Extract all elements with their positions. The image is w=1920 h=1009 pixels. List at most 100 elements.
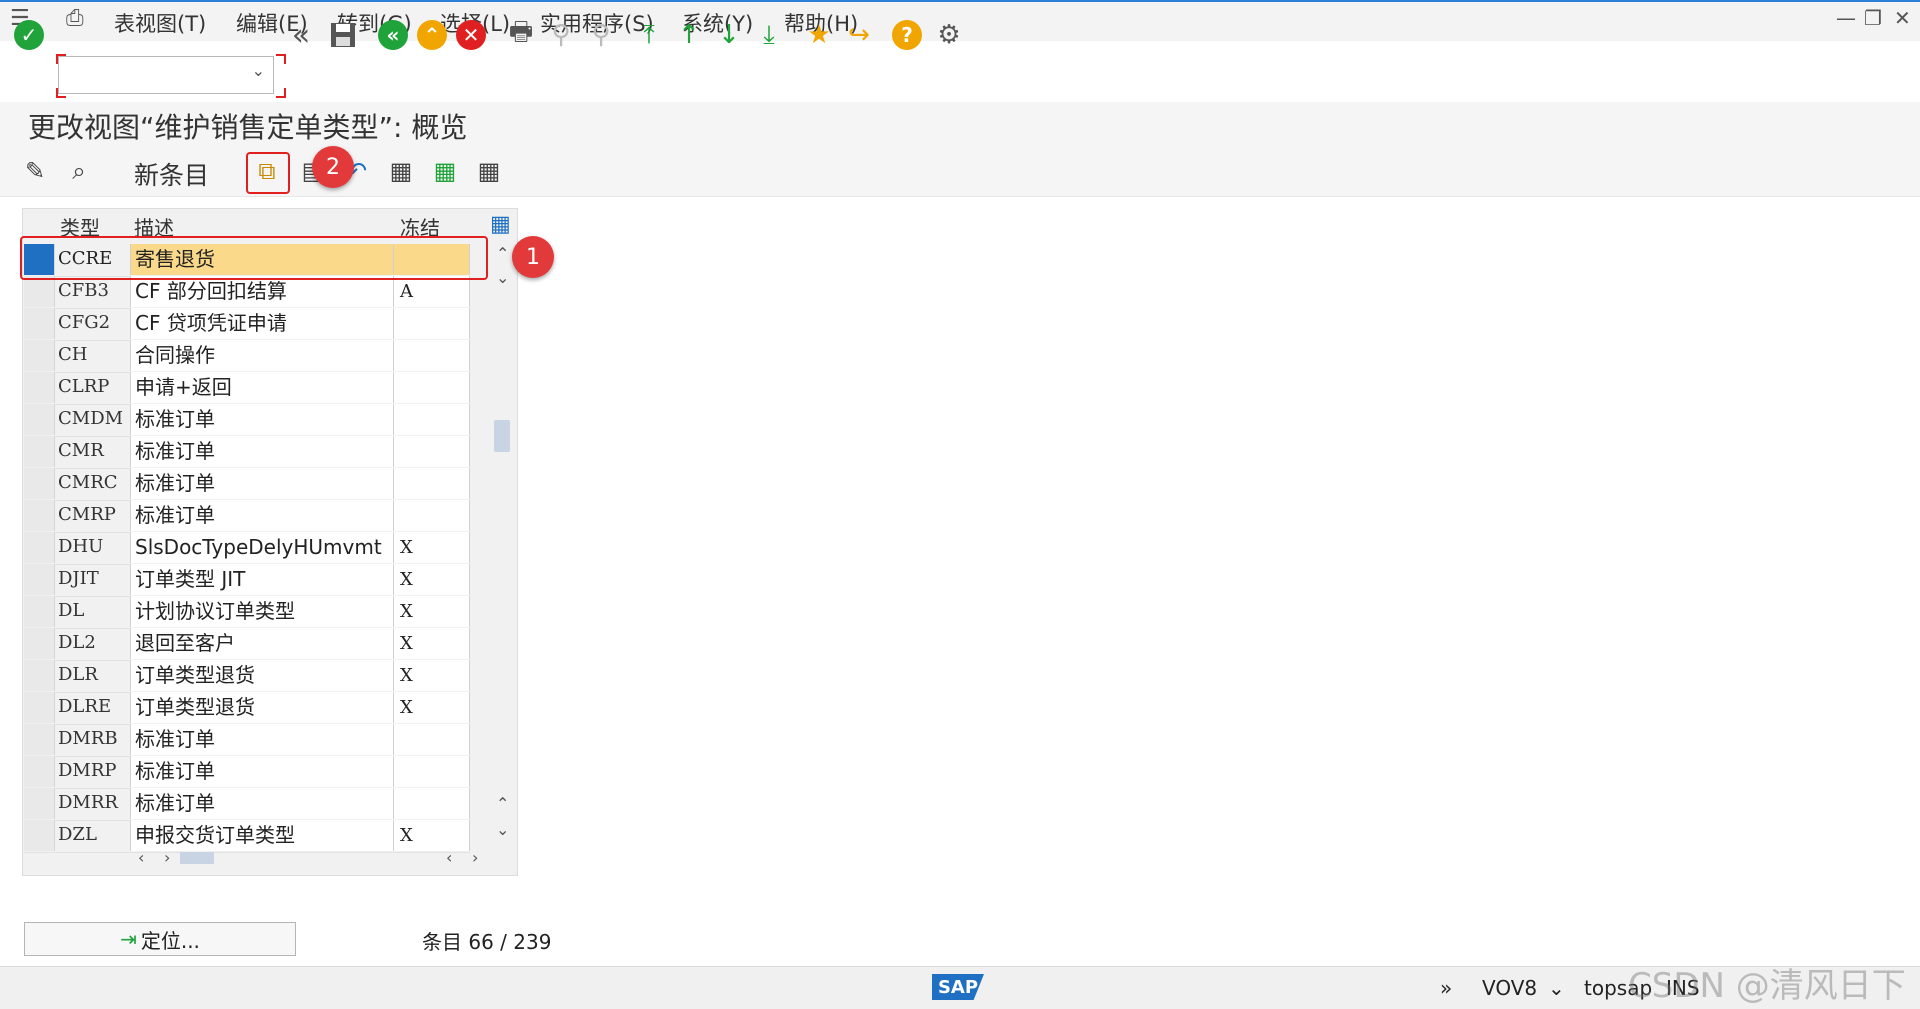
- row-selector[interactable]: [24, 340, 55, 371]
- cell-description[interactable]: 标准订单: [130, 436, 394, 467]
- cell-description[interactable]: 标准订单: [130, 756, 394, 787]
- table-row[interactable]: CFB3 CF 部分回扣结算 A: [24, 276, 470, 309]
- cell-type[interactable]: DZL: [58, 824, 97, 845]
- menu-item-table-view[interactable]: 表视图(T): [114, 8, 206, 38]
- row-selector[interactable]: [24, 756, 55, 787]
- cell-type[interactable]: DL: [58, 600, 84, 621]
- row-selector[interactable]: [24, 500, 55, 531]
- prev-page-icon[interactable]: ↑: [672, 18, 706, 52]
- minimize-icon[interactable]: —: [1836, 6, 1856, 30]
- cell-description[interactable]: 合同操作: [130, 340, 394, 371]
- cell-type[interactable]: CFB3: [58, 280, 109, 301]
- cell-type[interactable]: CMR: [58, 440, 104, 461]
- back-icon[interactable]: «: [378, 20, 408, 50]
- settings-icon[interactable]: ⚙: [932, 18, 966, 52]
- cell-type[interactable]: DHU: [58, 536, 103, 557]
- cell-type[interactable]: CFG2: [58, 312, 110, 333]
- chevron-down-icon[interactable]: ⌄: [1548, 976, 1565, 1000]
- cell-frozen[interactable]: X: [394, 564, 470, 595]
- table-row[interactable]: CLRP 申请+返回: [24, 372, 470, 405]
- cell-description[interactable]: 退回至客户: [130, 628, 394, 659]
- row-selector[interactable]: [24, 532, 55, 563]
- select-block-icon[interactable]: ▦: [428, 154, 462, 188]
- cell-description[interactable]: 计划协议订单类型: [130, 596, 394, 627]
- cell-type[interactable]: CMRP: [58, 504, 116, 525]
- cell-type[interactable]: DMRR: [58, 792, 118, 813]
- row-selector[interactable]: [24, 788, 55, 819]
- cell-description[interactable]: 订单类型退货: [130, 692, 394, 723]
- cell-frozen[interactable]: X: [394, 692, 470, 723]
- scroll-right-icon[interactable]: ›: [472, 848, 478, 867]
- cell-description[interactable]: 订单类型退货: [130, 660, 394, 691]
- menu-layout-icon[interactable]: ⎙: [66, 6, 84, 31]
- help-icon[interactable]: ?: [892, 20, 922, 50]
- cell-description[interactable]: 标准订单: [130, 404, 394, 435]
- cell-type[interactable]: CMRC: [58, 472, 118, 493]
- scroll-right-icon[interactable]: ›: [164, 848, 170, 867]
- find-next-icon[interactable]: ⚲: [584, 18, 618, 52]
- deselect-all-icon[interactable]: ▦: [472, 154, 506, 188]
- scroll-left-icon[interactable]: ‹: [446, 848, 452, 867]
- cell-frozen[interactable]: [394, 724, 470, 755]
- cell-frozen[interactable]: [394, 788, 470, 819]
- table-row[interactable]: DJIT 订单类型 JIT X: [24, 564, 470, 597]
- horizontal-scrollbar[interactable]: ‹ › ‹ ›: [130, 848, 480, 870]
- cell-frozen[interactable]: [394, 500, 470, 531]
- table-row[interactable]: DL 计划协议订单类型 X: [24, 596, 470, 629]
- position-button[interactable]: ⇥ 定位...: [24, 922, 296, 956]
- cell-frozen[interactable]: X: [394, 532, 470, 563]
- new-entries-button[interactable]: 新条目: [134, 156, 209, 192]
- cancel-icon[interactable]: ✕: [456, 20, 486, 50]
- first-page-icon[interactable]: ⤒: [632, 18, 666, 52]
- row-selector[interactable]: [24, 628, 55, 659]
- row-selector[interactable]: [24, 724, 55, 755]
- row-selector[interactable]: [24, 820, 55, 851]
- command-field[interactable]: ⌄: [58, 56, 274, 94]
- cell-type[interactable]: CLRP: [58, 376, 109, 397]
- close-window-icon[interactable]: ✕: [1894, 6, 1911, 30]
- row-selector[interactable]: [24, 596, 55, 627]
- select-all-icon[interactable]: ▦: [384, 154, 418, 188]
- cell-description[interactable]: 申报交货订单类型: [130, 820, 394, 851]
- shortcut-icon[interactable]: ↪: [842, 18, 876, 52]
- cell-frozen[interactable]: A: [394, 276, 470, 307]
- table-row[interactable]: CFG2 CF 贷项凭证申请: [24, 308, 470, 341]
- scroll-page-down-icon[interactable]: ⌄: [496, 820, 509, 839]
- cell-frozen[interactable]: [394, 468, 470, 499]
- cell-frozen[interactable]: [394, 756, 470, 787]
- cell-description[interactable]: 订单类型 JIT: [130, 564, 394, 595]
- table-row[interactable]: CH 合同操作: [24, 340, 470, 373]
- row-selector[interactable]: [24, 660, 55, 691]
- back-double-icon[interactable]: «: [284, 18, 318, 53]
- status-transaction[interactable]: VOV8: [1482, 976, 1537, 1000]
- cell-type[interactable]: DL2: [58, 632, 96, 653]
- cell-type[interactable]: DLRE: [58, 696, 111, 717]
- exit-icon[interactable]: ⌃: [417, 20, 447, 50]
- row-selector[interactable]: [24, 692, 55, 723]
- row-selector[interactable]: [24, 308, 55, 339]
- row-selector[interactable]: [24, 404, 55, 435]
- table-row[interactable]: DL2 退回至客户 X: [24, 628, 470, 661]
- table-row[interactable]: DHU SlsDocTypeDelyHUmvmt X: [24, 532, 470, 565]
- create-session-icon[interactable]: ★: [802, 18, 836, 52]
- save-icon[interactable]: [326, 18, 360, 52]
- cell-type[interactable]: CMDM: [58, 408, 123, 429]
- cell-frozen[interactable]: [394, 340, 470, 371]
- table-row[interactable]: DMRR 标准订单: [24, 788, 470, 821]
- table-row[interactable]: DMRB 标准订单: [24, 724, 470, 757]
- row-selector[interactable]: [24, 372, 55, 403]
- cell-description[interactable]: CF 部分回扣结算: [130, 276, 394, 307]
- table-row[interactable]: DMRP 标准订单: [24, 756, 470, 789]
- cell-frozen[interactable]: [394, 404, 470, 435]
- table-row[interactable]: DLRE 订单类型退货 X: [24, 692, 470, 725]
- scroll-thumb[interactable]: [494, 420, 510, 452]
- cell-type[interactable]: DMRP: [58, 760, 117, 781]
- cell-description[interactable]: CF 贷项凭证申请: [130, 308, 394, 339]
- cell-type[interactable]: DMRB: [58, 728, 118, 749]
- scroll-page-up-icon[interactable]: ⌃: [496, 794, 509, 813]
- cell-description[interactable]: 申请+返回: [130, 372, 394, 403]
- table-row[interactable]: CMR 标准订单: [24, 436, 470, 469]
- row-selector[interactable]: [24, 468, 55, 499]
- cell-description[interactable]: 标准订单: [130, 468, 394, 499]
- where-used-icon[interactable]: ⌕: [62, 154, 96, 188]
